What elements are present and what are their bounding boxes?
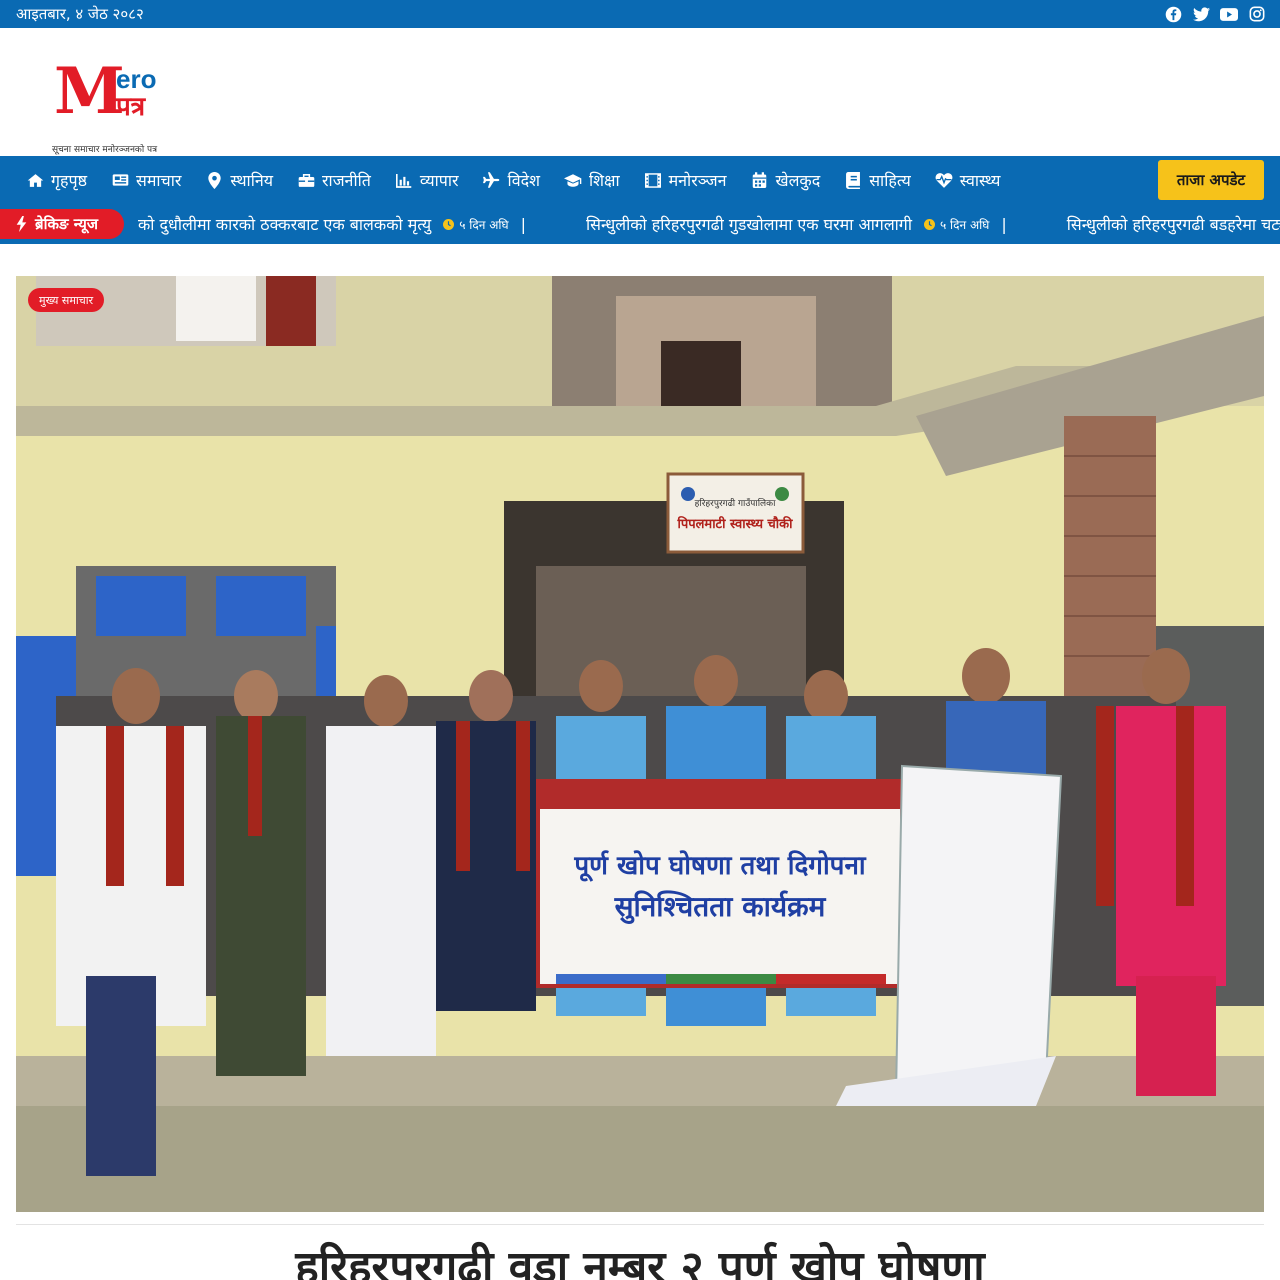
map-marker-icon [205, 171, 223, 189]
logo-letter: M [54, 54, 125, 129]
hero-photo: हरिहरपुरगढी गाउँपालिका पिपलमाटी स्वास्थ्… [16, 276, 1264, 1212]
nav-item-label: स्वास्थ्य [959, 171, 1001, 190]
nav-item-local[interactable]: स्थानिय [205, 156, 273, 204]
main-navigation: गृहपृष्ठ समाचार स्थानिय राजनीति व्यापार … [0, 156, 1280, 204]
logo-word: ero [116, 64, 157, 94]
newspaper-icon [111, 171, 129, 189]
breaking-news-bar: ब्रेकिङ न्यूज को दुधौलीमा कारको ठक्करबाट… [0, 204, 1280, 244]
ticker-headline: सिन्धुलीको हरिहरपुरगढी बडहरेमा चट्याङ [1066, 215, 1280, 234]
nav-item-label: गृहपृष्ठ [51, 171, 88, 190]
nav-item-sports[interactable]: खेलकुद [751, 156, 821, 204]
banner-title-top: पूर्ण खोप घोषणा तथा दिगोपना [573, 850, 866, 882]
graduation-cap-icon [563, 171, 582, 189]
nav-item-label: खेलकुद [775, 171, 821, 190]
logo-tagline: सूचना समाचार मनोरञ्जनको पत्र [52, 145, 158, 155]
current-date: आइतबार, ४ जेठ २०८२ [16, 5, 144, 23]
lightning-icon [16, 216, 27, 232]
nav-item-label: समाचार [136, 171, 182, 190]
chart-icon [395, 171, 413, 189]
nav-item-label: साहित्य [869, 171, 911, 190]
nav-item-label: मनोरञ्जन [668, 171, 727, 190]
ticker-separator: | [520, 214, 526, 234]
site-logo[interactable]: M ero पत्र सूचना समाचार मनोरञ्जनको पत्र [52, 54, 182, 156]
top-bar: आइतबार, ४ जेठ २०८२ [0, 0, 1280, 28]
ticker-item[interactable]: सिन्धुलीको हरिहरपुरगढी गुडखोलामा एक घरमा… [586, 213, 1007, 235]
sign-health-post: पिपलमाटी स्वास्थ्य चौकी [676, 516, 793, 532]
ticker-item[interactable]: सिन्धुलीको हरिहरपुरगढी बडहरेमा चट्याङ [1067, 213, 1280, 235]
film-icon [644, 171, 662, 189]
nav-item-business[interactable]: व्यापार [395, 156, 459, 204]
briefcase-icon [297, 171, 315, 189]
youtube-icon[interactable] [1220, 5, 1238, 23]
nav-item-entertainment[interactable]: मनोरञ्जन [644, 156, 727, 204]
banner-title-bottom: सुनिश्चितता कार्यक्रम [614, 890, 827, 924]
nav-item-world[interactable]: विदेश [483, 156, 540, 204]
book-icon [844, 171, 862, 189]
nav-item-literature[interactable]: साहित्य [844, 156, 911, 204]
nav-item-label: स्थानिय [230, 171, 273, 190]
nav-item-label: विदेश [507, 171, 540, 190]
clock-icon [443, 218, 455, 230]
nav-item-health[interactable]: स्वास्थ्य [935, 156, 1001, 204]
hero-image[interactable]: हरिहरपुरगढी गाउँपालिका पिपलमाटी स्वास्थ्… [16, 276, 1264, 1212]
nav-item-education[interactable]: शिक्षा [563, 156, 620, 204]
clock-icon [923, 218, 935, 230]
nav-item-label: राजनीति [322, 171, 371, 190]
logo-devanagari: पत्र [116, 92, 146, 122]
nav-item-label: शिक्षा [588, 171, 620, 190]
ticker-time-text: ५ दिन अघि [939, 217, 990, 232]
nav-item-news[interactable]: समाचार [111, 156, 181, 204]
breaking-label-text: ब्रेकिङ न्यूज [35, 215, 99, 233]
ticker-time: ५ दिन अघि [443, 216, 509, 233]
ticker-headline: को दुधौलीमा कारको ठक्करबाट एक बालकको मृत… [138, 215, 432, 234]
nav-item-label: व्यापार [419, 171, 459, 190]
news-ticker: को दुधौलीमा कारको ठक्करबाट एक बालकको मृत… [138, 204, 1280, 244]
sign-municipality: हरिहरपुरगढी गाउँपालिका [695, 497, 776, 509]
heartbeat-icon [935, 171, 953, 189]
nav-item-home[interactable]: गृहपृष्ठ [26, 156, 87, 204]
facebook-icon[interactable] [1164, 5, 1182, 23]
home-icon [26, 171, 44, 189]
site-header: M ero पत्र सूचना समाचार मनोरञ्जनको पत्र [0, 28, 1280, 160]
twitter-icon[interactable] [1192, 5, 1210, 23]
latest-update-button[interactable]: ताजा अपडेट [1158, 160, 1264, 200]
content-divider [16, 1224, 1264, 1225]
ticker-time: ५ दिन अघि [923, 216, 990, 233]
ticker-item[interactable]: को दुधौलीमा कारको ठक्करबाट एक बालकको मृत… [138, 213, 526, 235]
breaking-news-label: ब्रेकिङ न्यूज [0, 209, 124, 239]
calendar-icon [751, 171, 769, 189]
ticker-time-text: ५ दिन अघि [459, 217, 509, 232]
social-links [1164, 5, 1266, 23]
ticker-headline: सिन्धुलीको हरिहरपुरगढी गुडखोलामा एक घरमा… [586, 215, 912, 234]
ticker-separator: | [1001, 214, 1007, 234]
instagram-icon[interactable] [1248, 5, 1266, 23]
nav-item-politics[interactable]: राजनीति [297, 156, 371, 204]
plane-icon [483, 171, 501, 189]
header-ad-slot [224, 72, 1266, 160]
category-badge[interactable]: मुख्य समाचार [28, 288, 105, 312]
article-headline[interactable]: हरिहरपुरगढी वडा नम्बर २ पूर्ण खोप घोषणा [0, 1240, 1280, 1280]
